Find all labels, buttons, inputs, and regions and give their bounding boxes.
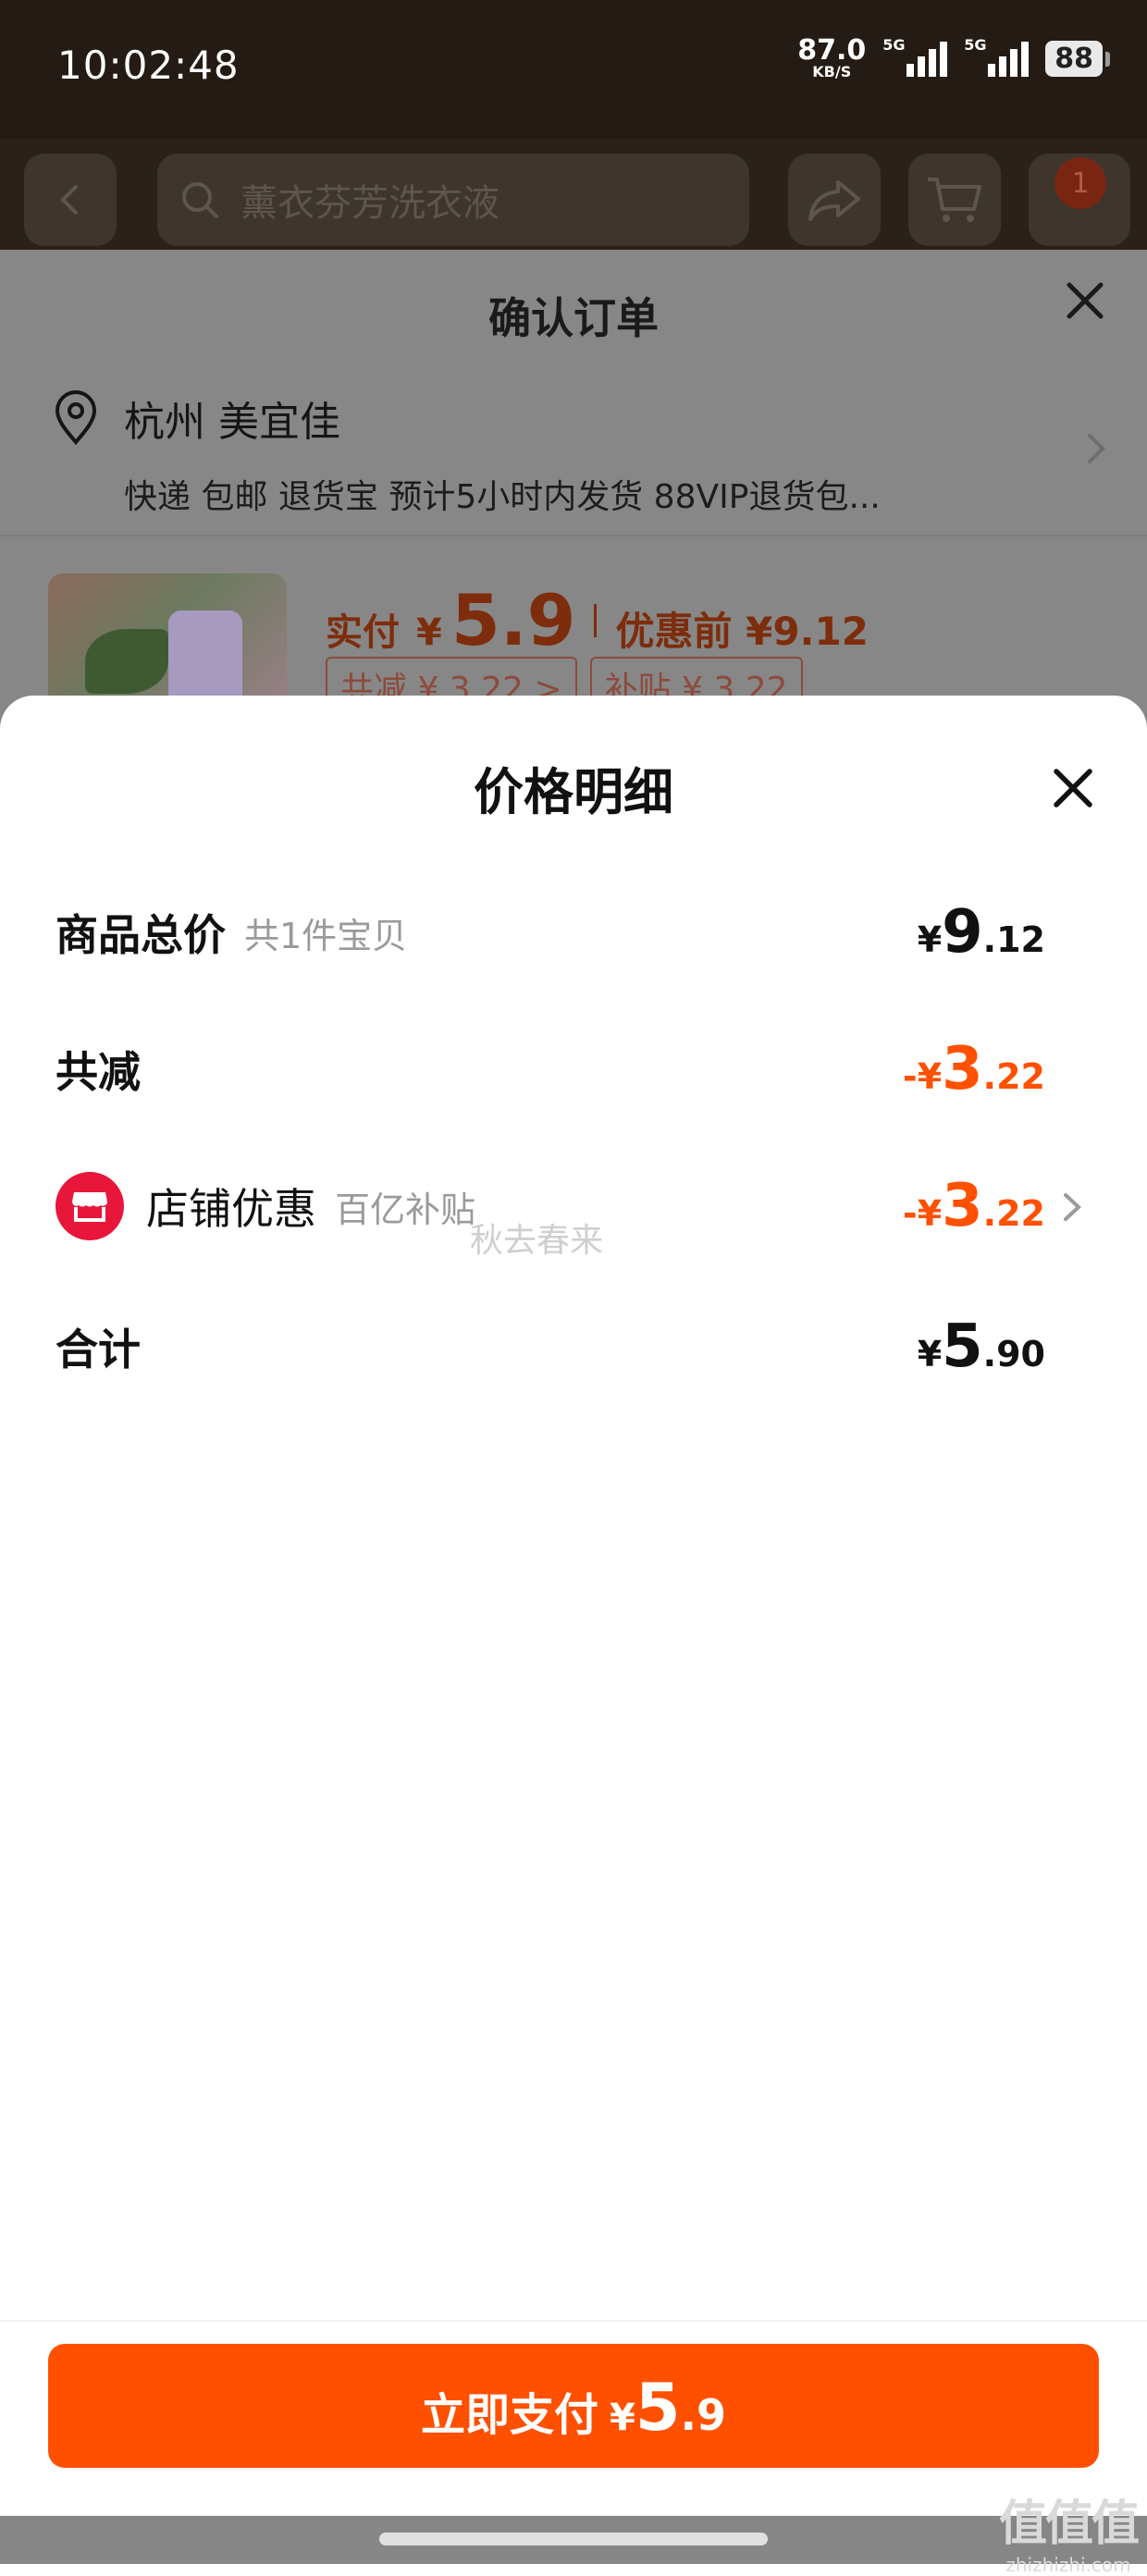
home-indicator[interactable] — [379, 2533, 768, 2545]
currency-symbol: ¥ — [917, 1334, 943, 1374]
currency-symbol: -¥ — [902, 1193, 943, 1234]
watermark-text: 秋去春来 — [470, 1222, 604, 1260]
pay-price-line: 实付 ¥ 5.9 优惠前 ¥9.12 — [326, 579, 869, 661]
signal-icon-sim2: 5G — [964, 36, 1030, 77]
amount-decimal: .22 — [982, 1193, 1045, 1234]
chevron-left-icon — [60, 185, 78, 215]
brand-mark: 值值值 — [998, 2496, 1140, 2552]
cart-button[interactable] — [908, 154, 1001, 246]
currency-symbol: ¥ — [917, 919, 943, 960]
shop-icon — [56, 1172, 124, 1240]
pay-amount: 5.9 — [450, 579, 576, 661]
currency-symbol: -¥ — [902, 1056, 943, 1097]
search-icon — [182, 182, 218, 218]
divider — [0, 535, 1147, 536]
network-speed: 87.0 KB/S — [797, 37, 866, 80]
pay-now-currency: ¥ — [609, 2397, 635, 2439]
search-placeholder: 薰衣芬芳洗衣液 — [240, 182, 500, 225]
amount-integer: 3 — [942, 1035, 983, 1103]
location-pin-icon — [55, 390, 97, 446]
status-bar: 10:02:48 87.0 KB/S 5G 5G 88 — [0, 0, 1147, 139]
sum-row: 合计 ¥ 5 .90 — [56, 1310, 1045, 1384]
amount-decimal: .12 — [982, 919, 1045, 960]
chevron-right-icon[interactable] — [1082, 430, 1110, 467]
sheet-title: 价格明细 — [474, 763, 673, 821]
pre-discount-price: 优惠前 ¥9.12 — [615, 609, 869, 654]
pay-now-label: 立即支付 — [420, 2389, 598, 2441]
total-reduce-amount: -¥ 3 .22 — [903, 1035, 1045, 1103]
top-nav: 薰衣芬芳洗衣液 — [0, 139, 1147, 250]
address-title[interactable]: 杭州 美宜佳 — [124, 388, 340, 448]
order-title: 确认订单 — [488, 293, 659, 343]
divider — [594, 603, 598, 637]
pay-bar: 立即支付 ¥ 5 .9 — [0, 2320, 1147, 2518]
amount-decimal: .22 — [982, 1056, 1045, 1097]
network-speed-unit: KB/S — [812, 63, 852, 80]
pay-currency: ¥ — [416, 611, 442, 654]
back-button[interactable] — [24, 154, 117, 246]
battery-icon: 88 — [1045, 40, 1110, 77]
sim2-label: 5G — [964, 36, 987, 54]
amount-integer: 5 — [942, 1313, 983, 1381]
sum-amount: ¥ 5 .90 — [918, 1313, 1045, 1381]
close-icon[interactable] — [1047, 762, 1099, 814]
shop-discount-label: 店铺优惠 — [146, 1184, 316, 1234]
cart-icon — [928, 178, 981, 222]
sim1-label: 5G — [882, 36, 906, 54]
corner-watermark-logo: 值值值 zhizhizhi.com — [998, 2484, 1140, 2576]
close-icon[interactable] — [1062, 277, 1108, 324]
pay-now-decimal: .9 — [680, 2390, 727, 2440]
items-total-amount: ¥ 9 .12 — [918, 898, 1045, 967]
amount-integer: 3 — [942, 1172, 983, 1240]
product-image[interactable] — [48, 573, 287, 712]
signal-icon-sim1: 5G — [882, 36, 948, 77]
search-input[interactable]: 薰衣芬芳洗衣液 — [157, 154, 749, 246]
items-total-label: 商品总价 — [56, 910, 226, 960]
sum-label: 合计 — [56, 1325, 141, 1374]
pay-now-integer: 5 — [635, 2370, 681, 2446]
status-time: 10:02:48 — [57, 43, 240, 88]
share-button[interactable] — [788, 154, 881, 246]
pay-now-button[interactable]: 立即支付 ¥ 5 .9 — [48, 2344, 1099, 2468]
brand-url: zhizhizhi.com — [1005, 2554, 1131, 2576]
chevron-right-icon[interactable] — [1060, 1189, 1084, 1225]
network-speed-value: 87.0 — [797, 34, 867, 67]
items-count: 共1件宝贝 — [244, 915, 408, 956]
address-detail: 快递 包邮 退货宝 预计5小时内发货 88VIP退货包... — [124, 478, 881, 516]
price-detail-sheet: 价格明细 商品总价 共1件宝贝 ¥ 9 .12 共减 -¥ 3 .22 店铺优惠… — [0, 696, 1147, 2516]
status-indicators: 87.0 KB/S 5G 5G 88 — [797, 36, 1110, 80]
share-icon — [808, 180, 860, 221]
pay-label: 实付 — [326, 611, 400, 654]
shop-discount-amount: -¥ 3 .22 — [903, 1172, 1045, 1240]
total-reduce-row: 共减 -¥ 3 .22 — [56, 1032, 1045, 1106]
cart-badge: 1 — [1054, 157, 1106, 209]
shop-discount-sub: 百亿补贴 — [335, 1189, 476, 1230]
amount-decimal: .90 — [982, 1334, 1045, 1374]
amount-integer: 9 — [942, 898, 983, 967]
total-reduce-label: 共减 — [56, 1047, 141, 1097]
items-total-row: 商品总价 共1件宝贝 ¥ 9 .12 — [56, 895, 1045, 969]
